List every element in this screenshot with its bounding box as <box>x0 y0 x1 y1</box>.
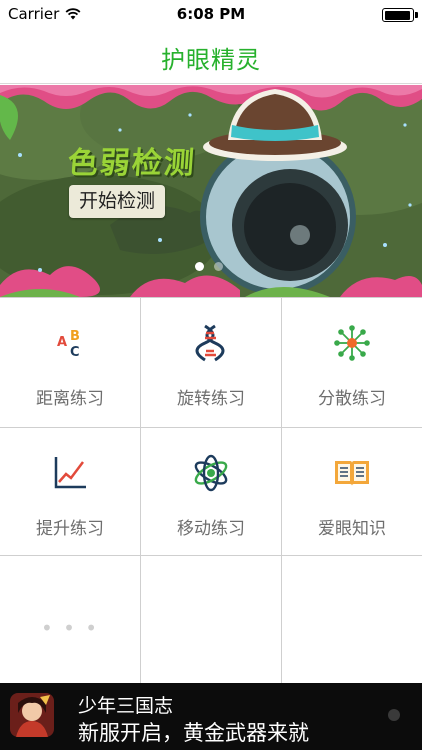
ad-banner[interactable]: 少年三国志 新服开启，黄金武器来就 <box>0 683 422 750</box>
grid-item-more[interactable]: • • • <box>0 556 141 684</box>
grid-item-label: 分散练习 <box>318 389 386 409</box>
grid-item-movement[interactable]: 移动练习 <box>141 428 282 556</box>
page-title: 护眼精灵 <box>161 46 261 74</box>
grid-item-label: 距离练习 <box>36 389 104 409</box>
grid-item-label: 提升练习 <box>36 519 104 539</box>
svg-text:C: C <box>70 345 80 360</box>
ad-indicator-icon <box>388 709 400 721</box>
grid-item-eye-care-knowledge[interactable]: 爱眼知识 <box>282 428 422 556</box>
page-dot-2[interactable] <box>214 262 223 271</box>
status-time: 6:08 PM <box>176 5 246 23</box>
carousel-page-indicator[interactable] <box>195 262 223 271</box>
grid-item-label: 移动练习 <box>177 519 245 539</box>
grid-item-empty <box>282 556 422 684</box>
game-app-icon <box>10 693 54 737</box>
status-bar: Carrier 6:08 PM <box>0 0 422 30</box>
start-test-button[interactable]: 开始检测 <box>69 185 165 218</box>
grid-item-distance[interactable]: A B C 距离练习 <box>0 298 141 428</box>
book-icon <box>335 461 369 486</box>
svg-text:B: B <box>70 329 80 344</box>
molecule-icon <box>334 325 370 361</box>
ad-text: 新服开启，黄金武器来就 <box>78 721 309 745</box>
grid-item-dispersion[interactable]: 分散练习 <box>282 298 422 428</box>
battery-icon <box>382 8 418 22</box>
grid-item-label: 爱眼知识 <box>318 519 386 539</box>
exercise-grid: A B C 距离练习 旋转练习 分散练习 提升练习 移动练习 爱眼知识 • • … <box>0 297 422 684</box>
dna-icon <box>195 324 225 362</box>
line-chart-icon <box>54 457 86 489</box>
atom-icon <box>194 454 228 492</box>
page-dot-1[interactable] <box>195 262 204 271</box>
more-dots-icon: • • • <box>40 616 100 640</box>
grid-item-empty <box>141 556 282 684</box>
navigation-bar: 护眼精灵 <box>0 30 422 84</box>
grid-item-label: 旋转练习 <box>177 389 245 409</box>
banner-title: 色弱检测 <box>66 146 197 181</box>
svg-text:A: A <box>57 335 67 350</box>
grid-item-improvement[interactable]: 提升练习 <box>0 428 141 556</box>
banner-carousel[interactable]: 色弱检测 开始检测 <box>0 85 422 297</box>
grid-item-rotation[interactable]: 旋转练习 <box>141 298 282 428</box>
abc-letters-icon: A B C <box>57 329 80 360</box>
ad-title: 少年三国志 <box>78 695 174 717</box>
